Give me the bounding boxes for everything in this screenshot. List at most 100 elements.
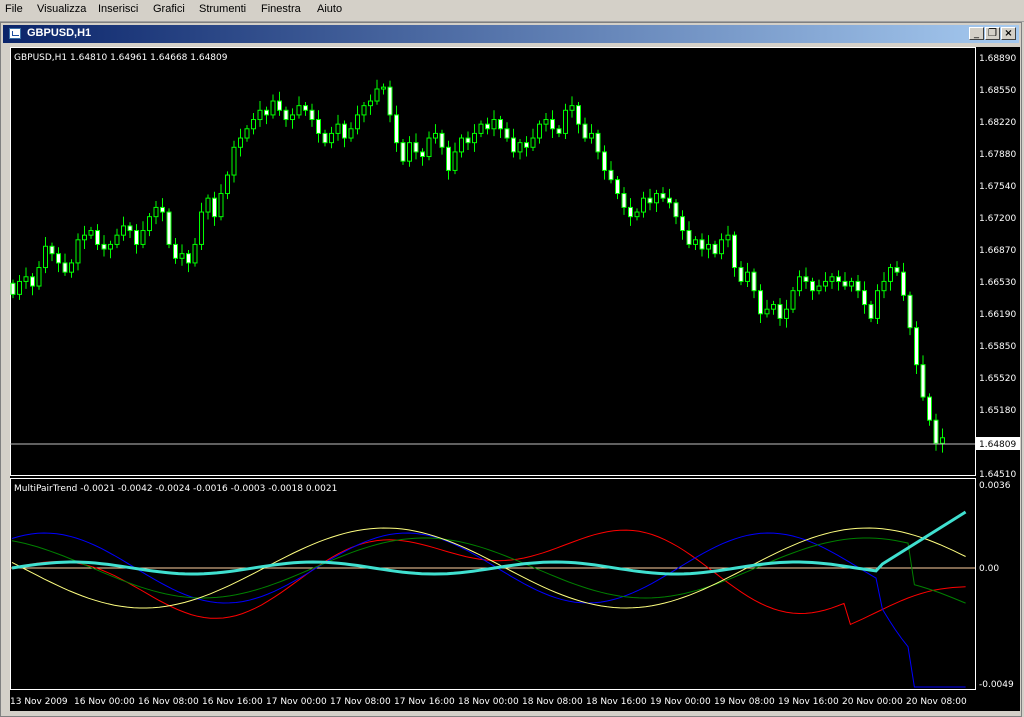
candle-body — [114, 234, 120, 245]
candle-body — [465, 137, 471, 144]
candle-body — [472, 132, 477, 144]
candle-body — [108, 243, 113, 250]
candle-body — [153, 206, 159, 218]
candle-body — [264, 109, 269, 116]
candle-body — [56, 253, 61, 264]
candle-body — [134, 230, 139, 245]
candle-body — [803, 276, 809, 282]
candle-body — [478, 123, 484, 134]
menu-visualizza[interactable]: Visualizza — [37, 3, 86, 15]
time-tick: 19 Nov 16:00 — [778, 697, 839, 707]
candle-body — [88, 230, 94, 236]
candle-body — [615, 179, 620, 195]
candle-body — [394, 114, 399, 144]
candle-body — [452, 151, 458, 171]
candle-body — [446, 146, 451, 171]
window-title-bar[interactable]: GBPUSD,H1 _ ❐ × — [3, 25, 1019, 43]
candle-body — [855, 280, 861, 292]
time-tick: 19 Nov 00:00 — [650, 697, 711, 707]
candle-body — [439, 132, 445, 148]
candle-body — [166, 211, 172, 245]
candle-body — [400, 142, 406, 162]
candle-body — [504, 128, 510, 139]
candle-body — [699, 239, 705, 250]
menu-finestra[interactable]: Finestra — [261, 3, 301, 15]
candle-body — [927, 396, 932, 421]
price-header: GBPUSD,H1 1.64810 1.64961 1.64668 1.6480… — [14, 53, 228, 63]
candle-body — [660, 193, 666, 199]
candle-body — [413, 142, 419, 153]
candle-body — [225, 174, 230, 195]
candle-body — [277, 100, 282, 111]
time-tick: 16 Nov 16:00 — [202, 697, 263, 707]
price-tick: 1.65850 — [979, 342, 1016, 352]
menu-file[interactable]: File — [5, 3, 23, 15]
candle-body — [751, 271, 757, 292]
close-button[interactable]: × — [1001, 27, 1016, 40]
candle-body — [218, 193, 224, 218]
candle-body — [810, 280, 815, 292]
price-tick: 1.67200 — [979, 214, 1016, 224]
candle-body — [602, 151, 607, 171]
menu-grafici[interactable]: Grafici — [153, 3, 185, 15]
candle-body — [777, 304, 783, 319]
price-tick: 1.66870 — [979, 246, 1016, 256]
candle-body — [270, 100, 276, 116]
price-tick: 1.68550 — [979, 86, 1016, 96]
price-chart[interactable]: GBPUSD,H1 1.64810 1.64961 1.64668 1.6480… — [10, 47, 1020, 711]
candle-body — [407, 142, 412, 162]
menu-aiuto[interactable]: Aiuto — [317, 3, 342, 15]
candle-body — [238, 137, 243, 148]
candle-body — [498, 119, 503, 130]
restore-button[interactable]: ❐ — [985, 27, 1000, 40]
price-tick: 1.64510 — [979, 470, 1016, 480]
candle-body — [868, 304, 874, 319]
menu-strumenti[interactable]: Strumenti — [199, 3, 246, 15]
candle-body — [205, 197, 211, 213]
candle-body — [582, 123, 588, 139]
candle-body — [485, 123, 490, 130]
time-tick: 20 Nov 08:00 — [906, 697, 967, 707]
candle-body — [894, 267, 900, 273]
indicator-tick: 0.00 — [979, 564, 999, 574]
candle-body — [212, 197, 217, 218]
candle-body — [940, 437, 945, 444]
candle-body — [758, 290, 763, 315]
candle-body — [556, 128, 562, 134]
candle-body — [608, 169, 614, 181]
candle-body — [316, 119, 321, 134]
candle-body — [231, 146, 237, 176]
candle-body — [10, 282, 16, 295]
window-title: GBPUSD,H1 — [27, 27, 92, 39]
minimize-button[interactable]: _ — [969, 27, 984, 40]
candle-body — [17, 280, 22, 295]
price-tick: 1.65180 — [979, 406, 1016, 416]
time-tick: 13 Nov 2009 — [10, 697, 68, 707]
candle-body — [381, 86, 386, 90]
candle-body — [933, 419, 939, 444]
candle-body — [914, 327, 919, 366]
price-tick: 1.66530 — [979, 278, 1016, 288]
candle-body — [342, 123, 347, 139]
candle-body — [374, 88, 380, 102]
time-tick: 18 Nov 00:00 — [458, 697, 519, 707]
candle-body — [888, 267, 893, 282]
candle-body — [673, 202, 679, 218]
candle-body — [654, 193, 659, 204]
candle-body — [69, 262, 74, 273]
menu-inserisci[interactable]: Inserisci — [98, 3, 138, 15]
candle-body — [82, 234, 87, 241]
candle-body — [186, 253, 191, 264]
candle-body — [576, 105, 581, 125]
candle-body — [725, 234, 731, 241]
candle-body — [361, 105, 367, 116]
time-tick: 19 Nov 08:00 — [714, 697, 775, 707]
candle-body — [160, 206, 165, 213]
candle-body — [862, 290, 867, 306]
candle-body — [524, 142, 529, 148]
indicator-tick: 0.0036 — [979, 481, 1011, 491]
candle-body — [290, 114, 295, 121]
candle-body — [907, 294, 913, 329]
candle-body — [75, 239, 81, 264]
candle-body — [173, 243, 178, 259]
